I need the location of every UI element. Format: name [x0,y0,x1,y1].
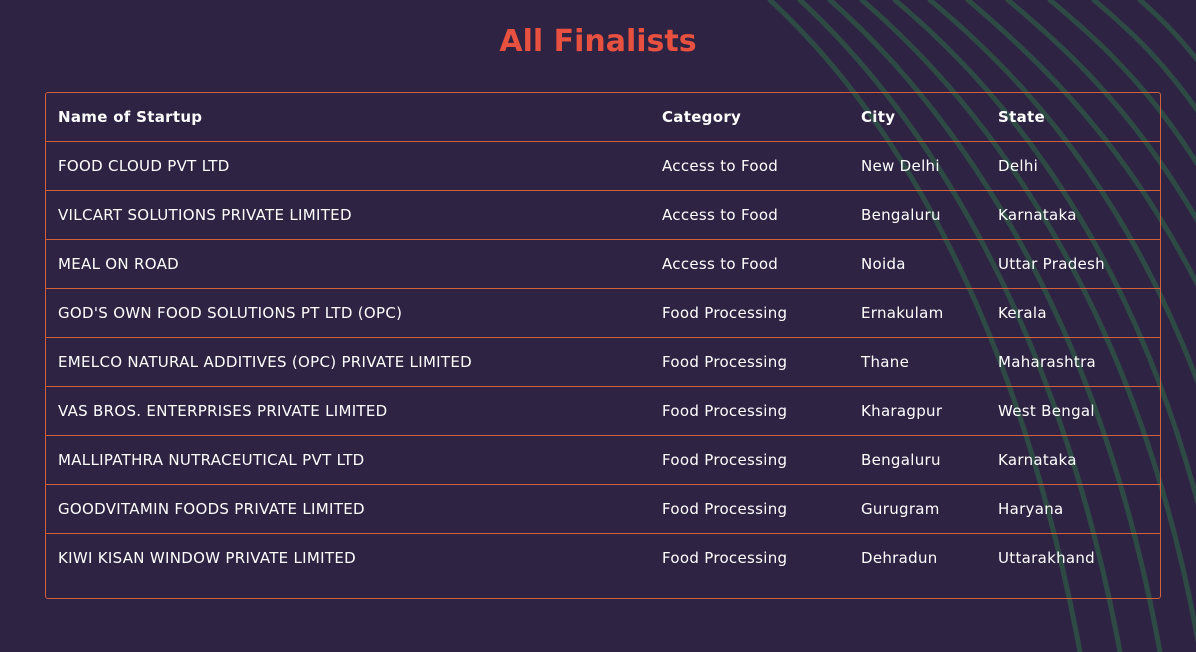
startup-state: Kerala [986,288,1160,338]
header-state: State [986,93,1160,142]
finalists-table-card: Name of Startup Category City State FOOD… [45,92,1161,599]
startup-category: Access to Food [650,141,849,191]
startup-category: Food Processing [650,337,849,387]
startup-name: VILCART SOLUTIONS PRIVATE LIMITED [46,190,650,240]
header-name: Name of Startup [46,93,650,142]
table-row: EMELCO NATURAL ADDITIVES (OPC) PRIVATE L… [46,337,1160,387]
startup-state: Uttarakhand [998,549,1096,567]
startup-state: Karnataka [986,190,1160,240]
startup-state: West Bengal [986,386,1160,436]
table-row: VAS BROS. ENTERPRISES PRIVATE LIMITED Fo… [46,386,1160,436]
header-city: City [849,93,986,142]
startup-category: Food Processing [650,386,849,436]
startup-city: Bengaluru [849,435,986,485]
startup-name: GOD'S OWN FOOD SOLUTIONS PT LTD (OPC) [46,288,650,338]
startup-category: Food Processing [650,288,849,338]
table-row: KIWI KISAN WINDOW PRIVATE LIMITED Food P… [46,534,1160,583]
header-category: Category [650,93,849,142]
startup-state: Maharashtra [986,337,1160,387]
table-row: MEAL ON ROAD Access to Food Noida Uttar … [46,239,1160,289]
startup-city: Kharagpur [849,386,986,436]
startup-category: Food Processing [650,435,849,485]
startup-state: Delhi [986,141,1160,191]
table-row: GOODVITAMIN FOODS PRIVATE LIMITED Food P… [46,484,1160,534]
startup-category: Food Processing [662,549,788,567]
startup-city: Noida [849,239,986,289]
table-header: Name of Startup Category City State [46,93,1160,142]
startup-category: Food Processing [650,484,849,534]
finalists-table: Name of Startup Category City State FOOD… [46,93,1160,582]
table-row: VILCART SOLUTIONS PRIVATE LIMITED Access… [46,190,1160,240]
startup-state: Karnataka [986,435,1160,485]
startup-state: Haryana [986,484,1160,534]
startup-city: Gurugram [849,484,986,534]
startup-name: MALLIPATHRA NUTRACEUTICAL PVT LTD [46,435,650,485]
startup-city: Ernakulam [849,288,986,338]
startup-name: VAS BROS. ENTERPRISES PRIVATE LIMITED [46,386,650,436]
table-row: FOOD CLOUD PVT LTD Access to Food New De… [46,141,1160,191]
table-body: FOOD CLOUD PVT LTD Access to Food New De… [46,141,1160,583]
startup-category: Access to Food [650,239,849,289]
startup-state: Uttar Pradesh [986,239,1160,289]
startup-city: Thane [849,337,986,387]
startup-name: KIWI KISAN WINDOW PRIVATE LIMITED [58,549,356,567]
table-row: GOD'S OWN FOOD SOLUTIONS PT LTD (OPC) Fo… [46,288,1160,338]
startup-name: EMELCO NATURAL ADDITIVES (OPC) PRIVATE L… [46,337,650,387]
startup-name: FOOD CLOUD PVT LTD [46,141,650,191]
header-row: Name of Startup Category City State [46,93,1160,142]
startup-city: New Delhi [849,141,986,191]
startup-city: Dehradun [861,549,938,567]
startup-name: GOODVITAMIN FOODS PRIVATE LIMITED [46,484,650,534]
startup-name: MEAL ON ROAD [46,239,650,289]
table-row: MALLIPATHRA NUTRACEUTICAL PVT LTD Food P… [46,435,1160,485]
startup-category: Access to Food [650,190,849,240]
page-title: All Finalists [499,24,697,59]
startup-city: Bengaluru [849,190,986,240]
